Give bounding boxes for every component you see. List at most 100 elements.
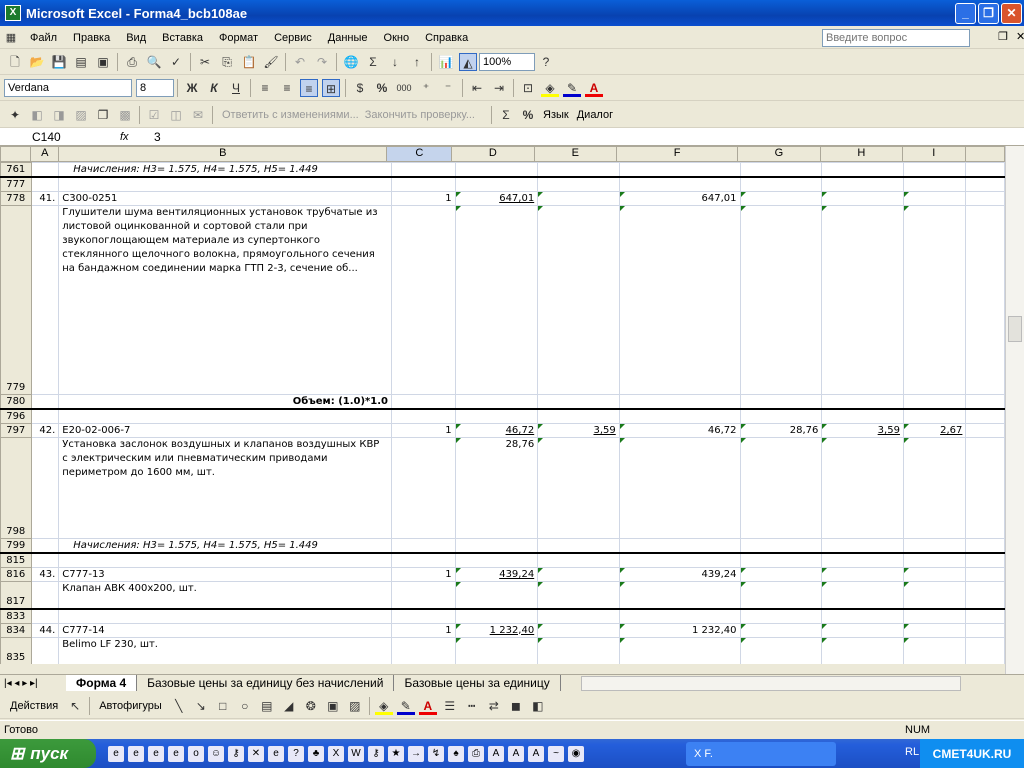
tab-forma-4[interactable]: Форма 4 [66,675,138,691]
row-header[interactable]: 815 [0,552,32,568]
font-size-select[interactable]: 8 [136,79,174,97]
cell-b[interactable] [58,408,392,424]
quick-launch-icon[interactable]: W [348,745,364,762]
scroll-thumb[interactable] [1008,316,1022,342]
tab-nav-arrows[interactable]: |◂ ◂ ▸ ▸| [0,678,66,689]
quick-launch-icon[interactable]: ♣ [308,745,324,762]
cell-i[interactable] [902,437,967,539]
cell-g[interactable] [739,636,823,664]
row-header[interactable]: 780 [0,394,32,410]
cell-g[interactable] [739,552,823,568]
select-pointer-icon[interactable]: ↖ [66,697,84,715]
cell-f[interactable] [618,408,741,424]
cell-d[interactable]: 1 232,40 [454,622,539,638]
tab-base-prices[interactable]: Базовые цены за единицу [394,675,561,691]
cell-a[interactable] [30,394,60,410]
cell-e[interactable] [537,567,620,582]
cell-b[interactable]: С777-13 [58,567,392,582]
align-center-icon[interactable]: ≡ [278,79,296,97]
cell-b[interactable]: Belimo LF 230, шт. [58,636,392,664]
cell-c[interactable] [391,552,456,568]
quick-launch-icon[interactable]: ↯ [428,745,444,762]
cell-c[interactable] [391,607,456,624]
close-button[interactable]: ✕ [1001,3,1022,24]
cell-i[interactable] [902,567,967,582]
underline-button[interactable]: Ч [227,79,245,97]
sort-desc-icon[interactable]: ↑ [408,53,426,71]
borders-icon[interactable]: ⊡ [519,79,537,97]
cell-h[interactable] [821,538,904,554]
row-header[interactable]: 778 [0,191,32,206]
decrease-indent-icon[interactable]: ⇤ [468,79,486,97]
cell-f[interactable] [618,162,741,178]
next-comment-icon[interactable]: ◨ [50,106,68,124]
cell-j[interactable] [965,538,1005,554]
prev-comment-icon[interactable]: ◧ [28,106,46,124]
cell-e[interactable] [537,552,620,568]
menu-tools[interactable]: Сервис [274,32,312,44]
percent-style-button[interactable]: % [519,106,537,124]
cell-h[interactable] [821,622,904,638]
font-color-icon[interactable]: A [585,79,603,97]
copy-icon[interactable]: ⎘ [218,53,236,71]
help-icon[interactable]: ? [537,53,555,71]
cell-g[interactable] [739,205,823,395]
cell-j[interactable] [965,567,1005,582]
align-left-icon[interactable]: ≡ [256,79,274,97]
actions-menu[interactable]: Действия [10,700,58,712]
quick-launch-icon[interactable]: e [108,745,124,762]
cell-a[interactable] [30,408,60,424]
wordart-icon[interactable]: ◢ [280,697,298,715]
cell-e[interactable] [537,622,620,638]
cell-d[interactable]: 28,76 [454,437,539,539]
cell-f[interactable] [618,205,741,395]
menu-format[interactable]: Формат [219,32,258,44]
cell-a[interactable] [30,205,60,395]
cell-d[interactable] [454,162,539,178]
cell-f[interactable] [618,607,741,624]
cell-h[interactable] [821,437,904,539]
font-color-icon[interactable]: A [418,697,437,715]
cell-c[interactable] [391,162,456,178]
quick-launch-icon[interactable]: ♠ [448,745,464,762]
cell-i[interactable]: 2,67 [902,423,967,438]
cell-c[interactable] [391,581,456,609]
new-comment-icon[interactable]: ✦ [6,106,24,124]
cell-g[interactable]: 28,76 [739,423,823,438]
cut-icon[interactable]: ✂ [196,53,214,71]
show-all-comments-icon[interactable]: ❐ [94,106,112,124]
cell-h[interactable]: 3,59 [821,423,904,438]
cell-j[interactable] [965,423,1005,438]
merge-center-icon[interactable]: ⊞ [322,79,340,97]
textbox-icon[interactable]: ▤ [258,697,276,715]
open-icon[interactable]: 📂 [28,53,46,71]
cell-d[interactable]: 46,72 [454,423,539,438]
cell-a[interactable] [30,538,60,554]
align-right-icon[interactable]: ≡ [300,79,318,97]
sigma-button[interactable]: Σ [497,106,515,124]
cell-j[interactable] [965,622,1005,638]
cell-j[interactable] [965,437,1005,539]
cell-i[interactable] [902,191,967,206]
column-header-b[interactable]: B [58,146,388,162]
chart-wizard-icon[interactable]: 📊 [437,53,455,71]
spreadsheet-grid[interactable]: A B C D E F G H I 761 Начисления: Н3= 1.5… [0,146,1005,664]
diagram-icon[interactable]: ❂ [302,697,320,715]
cell-c[interactable] [391,636,456,664]
cell-h[interactable] [821,567,904,582]
cell-h[interactable] [821,607,904,624]
arrow-style-icon[interactable]: ⇄ [485,697,503,715]
cell-d[interactable]: 647,01 [454,191,539,206]
cell-e[interactable] [537,394,620,410]
cell-h[interactable] [821,636,904,664]
decrease-decimal-icon[interactable]: ⁻ [439,79,457,97]
cell-j[interactable] [965,176,1005,192]
menu-view[interactable]: Вид [126,32,146,44]
name-box[interactable]: C140 [0,130,112,144]
quick-launch-icon[interactable]: ⚷ [368,745,384,762]
cell-g[interactable] [739,176,823,192]
cell-c[interactable]: 1 [391,622,456,638]
cell-i[interactable] [902,607,967,624]
cell-g[interactable] [739,581,823,609]
line-style-icon[interactable]: ☰ [441,697,459,715]
